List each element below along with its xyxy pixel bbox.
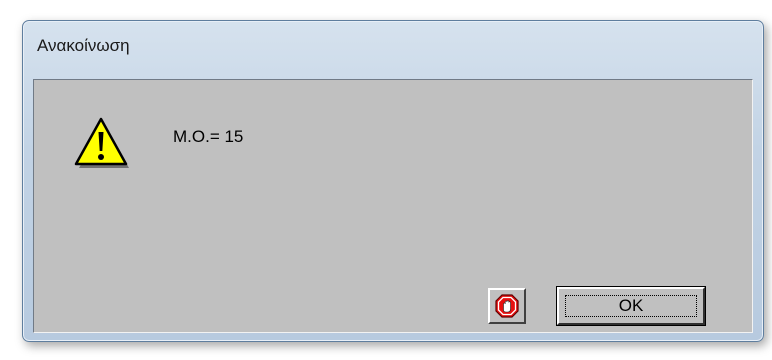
stop-hand-icon xyxy=(495,294,519,318)
dialog-body: M.O.= 15 OK xyxy=(33,79,753,333)
message-text: M.O.= 15 xyxy=(173,127,244,146)
warning-icon xyxy=(74,116,132,170)
ok-button-label: OK xyxy=(618,296,644,315)
ok-button[interactable]: OK xyxy=(556,286,706,326)
title-bar[interactable]: Ανακοίνωση xyxy=(23,21,763,67)
window-title: Ανακοίνωση xyxy=(37,36,130,55)
stop-button[interactable] xyxy=(488,288,526,324)
dialog-window: Ανακοίνωση M.O.= 15 OK xyxy=(22,20,764,342)
